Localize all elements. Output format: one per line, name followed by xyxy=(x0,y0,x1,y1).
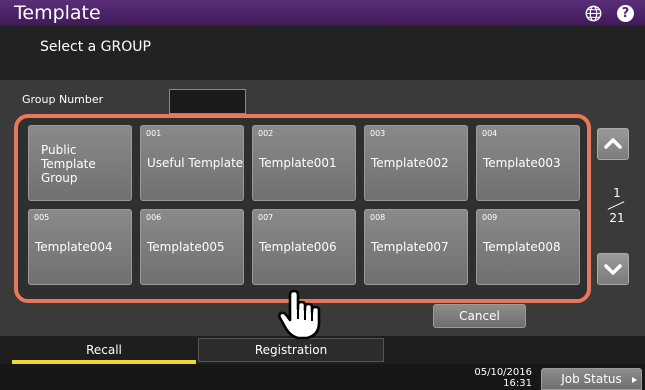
tile-number: 005 xyxy=(34,213,50,222)
page-title: Template xyxy=(14,2,101,24)
tile-number: 008 xyxy=(370,213,386,222)
group-tile-public[interactable]: Public Template Group xyxy=(28,125,132,201)
tab-registration[interactable]: Registration xyxy=(198,338,384,362)
current-page: 1 xyxy=(613,186,621,200)
cancel-button[interactable]: Cancel xyxy=(433,304,526,328)
tile-name: Template008 xyxy=(483,240,561,254)
total-pages: 21 xyxy=(609,211,625,225)
tile-number: 001 xyxy=(146,129,162,138)
template-screen: Template Select a GROUP ? Group Number P… xyxy=(0,0,645,390)
tile-number: 006 xyxy=(146,213,162,222)
arrow-right-icon xyxy=(632,377,637,383)
group-tile-009[interactable]: 009 Template008 xyxy=(476,209,580,285)
group-tile-003[interactable]: 003 Template002 xyxy=(364,125,468,201)
group-tile-001[interactable]: 001 Useful Template xyxy=(140,125,244,201)
date-readout: 05/10/2016 xyxy=(474,367,532,378)
page-down-button[interactable] xyxy=(597,253,629,285)
job-status-label: Job Status xyxy=(561,372,622,386)
tile-number: 007 xyxy=(258,213,274,222)
tile-name: Template002 xyxy=(371,156,449,170)
tile-name: Useful Template xyxy=(147,156,244,170)
tile-name: Template004 xyxy=(35,240,113,254)
chevron-up-icon xyxy=(604,138,622,149)
header: Template Select a GROUP ? xyxy=(0,0,645,80)
tile-name: Public Template Group xyxy=(41,143,96,185)
tile-name: Template001 xyxy=(259,156,337,170)
group-tile-005[interactable]: 005 Template004 xyxy=(28,209,132,285)
tile-name: Template007 xyxy=(371,240,449,254)
job-status-button[interactable]: Job Status xyxy=(541,368,642,390)
tile-name: Template003 xyxy=(483,156,561,170)
page-subtitle: Select a GROUP xyxy=(40,39,151,55)
group-tile-007[interactable]: 007 Template006 xyxy=(252,209,356,285)
group-tile-002[interactable]: 002 Template001 xyxy=(252,125,356,201)
tile-number: 003 xyxy=(370,129,386,138)
chevron-down-icon xyxy=(604,264,622,275)
group-tile-006[interactable]: 006 Template005 xyxy=(140,209,244,285)
tile-number: 002 xyxy=(258,129,274,138)
language-globe-icon[interactable] xyxy=(585,5,602,22)
group-tile-004[interactable]: 004 Template003 xyxy=(476,125,580,201)
touch-hand-icon xyxy=(277,289,321,340)
time-readout: 16:31 xyxy=(503,378,532,389)
tile-name: Template005 xyxy=(147,240,225,254)
group-number-field[interactable] xyxy=(169,89,246,114)
tile-number: 009 xyxy=(482,213,498,222)
tile-number: 004 xyxy=(482,129,498,138)
tile-name: Template006 xyxy=(259,240,337,254)
page-up-button[interactable] xyxy=(597,128,629,160)
group-number-label: Group Number xyxy=(22,93,104,106)
group-tile-008[interactable]: 008 Template007 xyxy=(364,209,468,285)
help-icon[interactable]: ? xyxy=(617,5,634,22)
